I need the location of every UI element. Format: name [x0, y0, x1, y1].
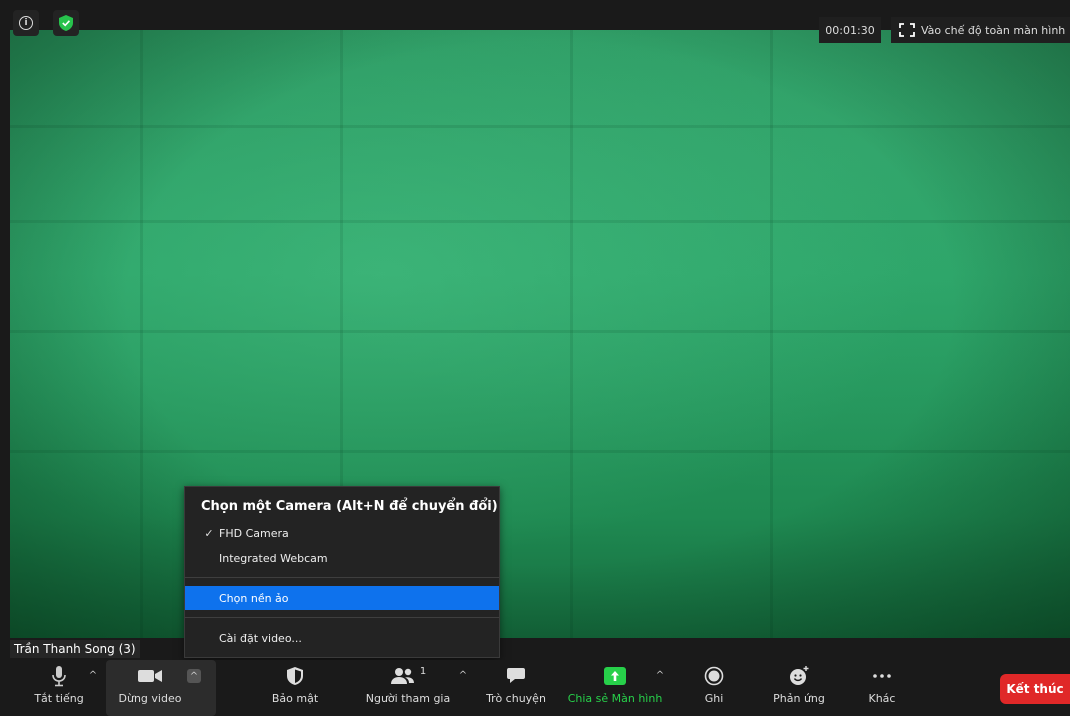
- security-button[interactable]: Bảo mật: [264, 660, 326, 716]
- camera-menu: Chọn một Camera (Alt+N để chuyển đổi) ✓ …: [184, 486, 500, 658]
- meeting-timer: 00:01:30: [819, 17, 881, 43]
- video-options-chevron-icon[interactable]: ^: [187, 669, 201, 683]
- shield-check-glyph: [59, 15, 73, 31]
- camera-menu-header: Chọn một Camera (Alt+N để chuyển đổi): [201, 499, 498, 514]
- reactions-icon-wrap: [788, 660, 810, 692]
- share-screen-label: Chia sẻ Màn hình: [567, 692, 663, 705]
- record-icon-wrap: [704, 660, 724, 692]
- fullscreen-label: Vào chế độ toàn màn hình: [921, 23, 1066, 37]
- menu-separator: [185, 617, 499, 618]
- menu-item-video-settings[interactable]: Cài đặt video...: [185, 626, 499, 650]
- record-button[interactable]: Ghi: [690, 660, 738, 716]
- menu-item-fhd-camera[interactable]: ✓ FHD Camera: [185, 521, 499, 545]
- more-button[interactable]: Khác: [858, 660, 906, 716]
- mute-icon-wrap: [51, 660, 67, 692]
- share-options-chevron-icon[interactable]: ^: [653, 668, 667, 682]
- smiley-add-icon: [790, 666, 809, 685]
- meeting-info-icon[interactable]: i: [13, 10, 39, 36]
- menu-separator: [185, 577, 499, 578]
- more-dots-icon: [873, 674, 891, 678]
- participants-button[interactable]: 1 Người tham gia: [360, 660, 456, 716]
- audio-options-chevron-icon[interactable]: ^: [86, 668, 100, 682]
- video-icon-wrap: [137, 660, 163, 692]
- chat-label: Trò chuyện: [486, 692, 546, 705]
- share-icon-wrap: [604, 660, 626, 692]
- video-feed: [10, 30, 1070, 638]
- participants-label: Người tham gia: [365, 692, 451, 705]
- meeting-toolbar: Tắt tiếng ^ Dừng video ^ Bảo mật 1 Người…: [0, 660, 1070, 716]
- shield-icon: [287, 667, 303, 685]
- chat-button[interactable]: Trò chuyện: [484, 660, 548, 716]
- menu-item-label: Chọn nền ảo: [219, 591, 289, 605]
- participants-icon-wrap: 1: [390, 660, 426, 692]
- mute-label: Tắt tiếng: [34, 692, 84, 705]
- participant-name-tag: Trần Thanh Song (3): [10, 640, 140, 658]
- chat-icon-wrap: [506, 660, 526, 692]
- menu-item-label: Integrated Webcam: [219, 551, 328, 565]
- microphone-icon: [52, 666, 66, 687]
- chat-bubble-icon: [507, 668, 525, 683]
- more-icon-wrap: [872, 660, 892, 692]
- share-screen-icon: [604, 667, 626, 685]
- menu-item-label: FHD Camera: [219, 526, 289, 540]
- mute-button[interactable]: Tắt tiếng: [28, 660, 90, 716]
- video-vignette: [10, 30, 1070, 638]
- stop-video-label: Dừng video: [118, 692, 182, 705]
- participants-options-chevron-icon[interactable]: ^: [456, 668, 470, 682]
- stop-video-button[interactable]: Dừng video: [106, 660, 216, 716]
- check-icon: ✓: [204, 526, 214, 540]
- participants-icon: [390, 668, 414, 684]
- video-camera-icon: [138, 670, 162, 682]
- encryption-shield-icon[interactable]: [53, 10, 79, 36]
- menu-item-integrated-webcam[interactable]: Integrated Webcam: [185, 546, 499, 570]
- menu-item-label: Cài đặt video...: [219, 631, 302, 645]
- fullscreen-icon: [899, 23, 915, 37]
- participants-count: 1: [419, 665, 427, 677]
- more-label: Khác: [868, 692, 896, 705]
- record-label: Ghi: [704, 692, 724, 705]
- fullscreen-button[interactable]: Vào chế độ toàn màn hình: [891, 17, 1070, 43]
- security-icon-wrap: [286, 660, 304, 692]
- end-meeting-button[interactable]: Kết thúc: [1000, 674, 1070, 704]
- menu-item-virtual-background[interactable]: Chọn nền ảo: [185, 586, 499, 610]
- reactions-label: Phản ứng: [773, 692, 825, 705]
- security-label: Bảo mật: [271, 692, 319, 705]
- reactions-button[interactable]: Phản ứng: [766, 660, 832, 716]
- record-icon: [704, 666, 724, 686]
- share-screen-button[interactable]: Chia sẻ Màn hình: [567, 660, 663, 716]
- info-glyph: i: [19, 16, 33, 30]
